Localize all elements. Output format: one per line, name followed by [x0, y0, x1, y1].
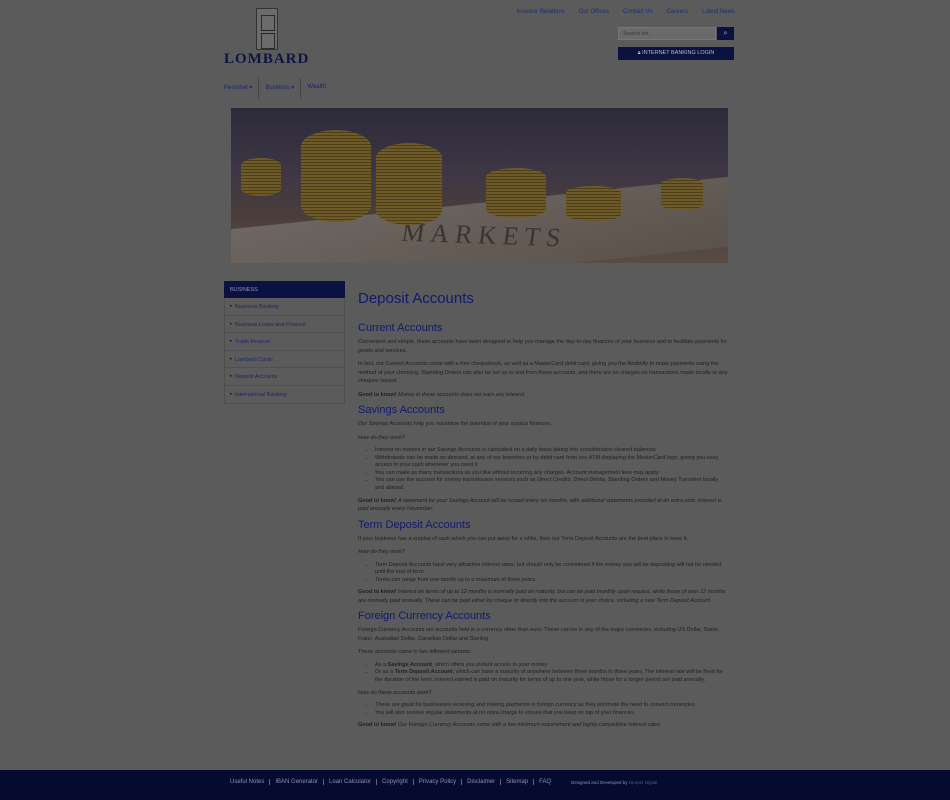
top-link-contact-us[interactable]: Contact Us — [623, 9, 653, 15]
main-nav: Personal ▾ Business ▾ Wealth — [224, 78, 338, 99]
coin-stack — [241, 158, 281, 196]
question: How do these accounts work? — [358, 689, 432, 696]
list-item: Interest on monies in our Savings Accoun… — [375, 447, 728, 455]
sidebar-item-trade-finance[interactable]: Trade Finance — [224, 333, 345, 351]
bullet-list: These are great for businesses receiving… — [375, 702, 728, 717]
bullet-list: As a Savings Account, which offers you i… — [375, 662, 728, 685]
good-to-know-text: Our Foreign Currency Accounts come with … — [398, 722, 662, 729]
top-link-investor-relations[interactable]: Investor Relations — [517, 9, 565, 15]
credit-prefix: Designed and Developed by — [571, 780, 628, 785]
sidebar-heading: BUSINESS — [224, 281, 345, 298]
search-input[interactable]: Search for... — [618, 27, 716, 40]
hero-image: MARKETS — [231, 108, 728, 263]
credit-link[interactable]: Deeper Digital — [629, 780, 658, 785]
paragraph: Our Savings Accounts help you maximise t… — [358, 421, 552, 427]
good-to-know: Good to know! Our Foreign Currency Accou… — [358, 721, 728, 730]
footer-links: Useful Notes IBAN Generator Loan Calcula… — [230, 779, 556, 785]
sidebar: BUSINESS Business Banking Business Loans… — [224, 281, 345, 404]
text: , which offers you instant access to you… — [431, 661, 548, 668]
sidebar-item-lombard-cards[interactable]: Lombard Cards — [224, 350, 345, 369]
good-to-know-label: Good to know! — [358, 391, 397, 398]
section-heading-current: Current Accounts — [358, 322, 443, 334]
paragraph: Convenient and simple, these accounts ha… — [358, 339, 728, 354]
good-to-know-label: Good to know! — [358, 497, 397, 504]
coin-stack — [376, 143, 442, 225]
nav-business[interactable]: Business ▾ — [265, 78, 302, 99]
paragraph: If your business has a surplus of cash w… — [358, 535, 689, 542]
good-to-know-text: A statement for your Savings Account wil… — [358, 497, 722, 513]
top-link-our-offices[interactable]: Our Offices — [579, 9, 609, 15]
footer-link-copyright[interactable]: Copyright — [377, 779, 414, 785]
footer-link-privacy-policy[interactable]: Privacy Policy — [414, 779, 463, 785]
main-content: Deposit Accounts Current Accounts Conven… — [358, 290, 728, 735]
sidebar-item-business-banking[interactable]: Business Banking — [224, 298, 345, 316]
top-link-careers[interactable]: Careers — [667, 9, 688, 15]
page-title: Deposit Accounts — [358, 290, 474, 307]
text: As a — [375, 661, 388, 668]
top-link-latest-news[interactable]: Latest News — [702, 9, 735, 15]
question: How do they work? — [358, 434, 405, 441]
list-item: Withdrawals can be made on demand, at an… — [375, 455, 728, 470]
search-button[interactable]: ⌕ — [717, 27, 734, 40]
list-item: You will also receive regular statements… — [375, 710, 728, 718]
text: Or as a — [375, 669, 395, 676]
paragraph: These accounts come in two different var… — [358, 649, 472, 656]
good-to-know-text: Interest on terms of up to 12 months is … — [358, 589, 726, 604]
paragraph: In fact, our Current Accounts come with … — [358, 361, 728, 384]
paragraph: Foreign Currency Accounts are accounts h… — [358, 627, 719, 642]
good-to-know: Good to know! Interest on terms of up to… — [358, 588, 728, 605]
coin-stack — [661, 178, 703, 210]
search-icon: ⌕ — [723, 30, 728, 37]
good-to-know-text: Money in these accounts does not earn an… — [398, 391, 526, 398]
brand-name: LOMBARD — [224, 51, 310, 67]
internet-banking-label: INTERNET BANKING LOGIN — [642, 50, 715, 56]
sidebar-item-deposit-accounts[interactable]: Deposit Accounts — [224, 368, 345, 386]
good-to-know-label: Good to know! — [358, 722, 397, 729]
top-links: Investor Relations Our Offices Contact U… — [517, 9, 735, 15]
tower-logo-icon — [256, 8, 278, 50]
bold-text: Term Deposit Account — [394, 669, 453, 676]
footer-link-iban-generator[interactable]: IBAN Generator — [270, 779, 325, 785]
coin-stack — [301, 130, 371, 222]
coin-stack — [486, 168, 546, 218]
footer-link-useful-notes[interactable]: Useful Notes — [230, 779, 271, 785]
list-item: You can use the account for money transm… — [375, 477, 728, 492]
list-item: These are great for businesses receiving… — [375, 702, 728, 710]
footer-link-sitemap[interactable]: Sitemap — [501, 779, 535, 785]
internet-banking-login-button[interactable]: 🔒︎ INTERNET BANKING LOGIN — [618, 47, 734, 60]
footer-link-loan-calculator[interactable]: Loan Calculator — [324, 779, 378, 785]
question: How do they work? — [358, 549, 405, 556]
good-to-know: Good to know! A statement for your Savin… — [358, 497, 728, 514]
section-heading-foreign: Foreign Currency Accounts — [358, 610, 491, 623]
sidebar-item-business-loans[interactable]: Business Loans and Finance — [224, 315, 345, 334]
footer-link-faq[interactable]: FAQ — [534, 779, 556, 785]
list-item: Terms can range from one month up to a m… — [375, 577, 728, 585]
bullet-list: Term Deposit Accounts have very attracti… — [375, 562, 728, 585]
nav-wealth[interactable]: Wealth — [307, 78, 332, 99]
nav-personal[interactable]: Personal ▾ — [224, 78, 260, 99]
bullet-list: Interest on monies in our Savings Accoun… — [375, 447, 728, 493]
list-item: You can make as many transactions as you… — [375, 470, 728, 478]
list-item: As a Savings Account, which offers you i… — [375, 662, 728, 670]
sidebar-item-international-banking[interactable]: International Banking — [224, 385, 345, 404]
list-item: Term Deposit Accounts have very attracti… — [375, 562, 728, 577]
footer-credit: Designed and Developed by Deeper Digital — [571, 780, 657, 785]
coin-stack — [566, 186, 621, 221]
good-to-know: Good to know! Money in these accounts do… — [358, 391, 728, 400]
list-item: Or as a Term Deposit Account, which can … — [375, 669, 728, 684]
footer: Useful Notes IBAN Generator Loan Calcula… — [0, 770, 950, 800]
lombard-logo[interactable]: LOMBARD — [224, 8, 314, 67]
section-heading-savings: Savings Accounts — [358, 404, 445, 416]
good-to-know-label: Good to know! — [358, 589, 397, 596]
footer-link-disclaimer[interactable]: Disclaimer — [462, 779, 502, 785]
section-heading-term: Term Deposit Accounts — [358, 518, 471, 531]
bold-text: Savings Account — [387, 661, 432, 668]
